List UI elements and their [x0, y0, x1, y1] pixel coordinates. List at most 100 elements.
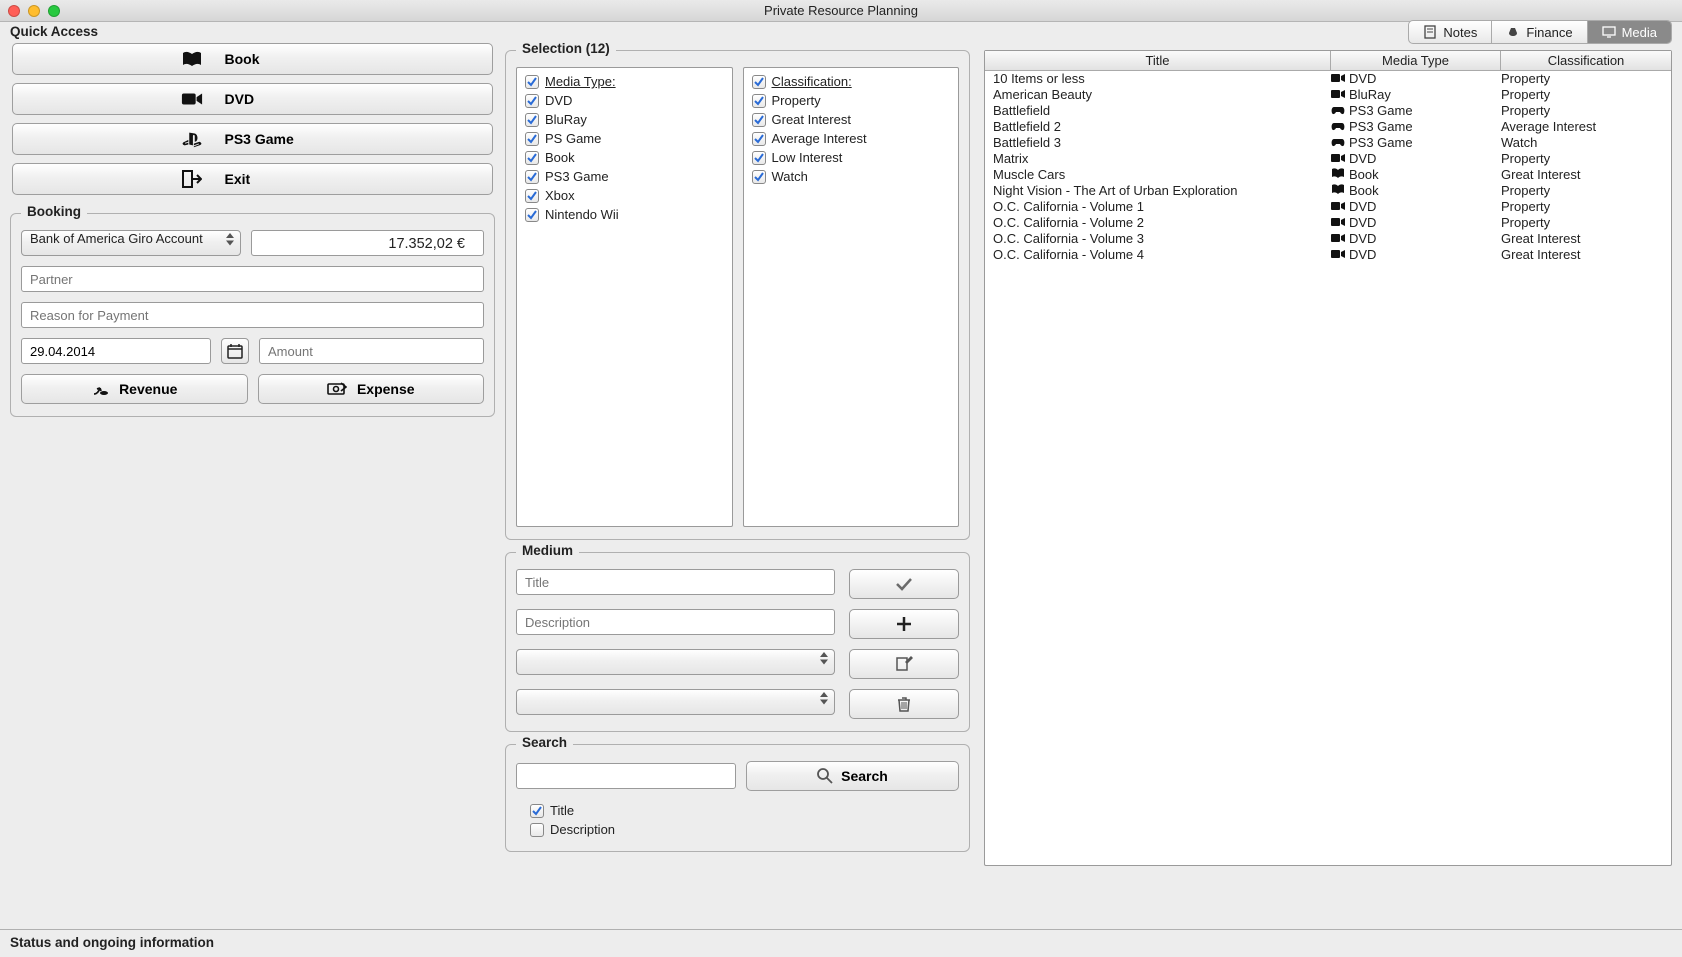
search-desc-label: Description	[550, 822, 615, 837]
revenue-button[interactable]: Revenue	[21, 374, 248, 404]
media-type-icon	[1331, 201, 1345, 211]
classification-item: Low Interest	[744, 148, 959, 167]
tab-notes[interactable]: Notes	[1409, 21, 1492, 43]
classification-label: Low Interest	[772, 150, 843, 165]
playstation-icon	[181, 130, 203, 148]
add-button[interactable]	[849, 609, 959, 639]
account-select[interactable]: Bank of America Giro Account	[21, 230, 241, 256]
cell-type: PS3 Game	[1327, 103, 1497, 119]
media-type-checkbox[interactable]	[525, 208, 539, 222]
search-button[interactable]: Search	[746, 761, 959, 791]
table-row[interactable]: O.C. California - Volume 4DVDGreat Inter…	[985, 247, 1671, 263]
maximize-window-icon[interactable]	[48, 5, 60, 17]
medium-select-1[interactable]	[516, 649, 835, 675]
classification-all-checkbox[interactable]	[752, 75, 766, 89]
edit-button[interactable]	[849, 649, 959, 679]
cell-type: DVD	[1327, 71, 1497, 87]
table-row[interactable]: American BeautyBluRayProperty	[985, 87, 1671, 103]
minimize-window-icon[interactable]	[28, 5, 40, 17]
col-classification[interactable]: Classification	[1501, 51, 1671, 71]
media-type-label: Book	[545, 150, 575, 165]
medium-desc-field[interactable]	[516, 609, 835, 635]
medium-legend: Medium	[516, 543, 579, 558]
date-field[interactable]	[21, 338, 211, 364]
table-row[interactable]: O.C. California - Volume 1DVDProperty	[985, 199, 1671, 215]
reason-field[interactable]	[21, 302, 484, 328]
search-icon	[817, 768, 833, 784]
tab-media[interactable]: Media	[1588, 21, 1671, 43]
exit-icon	[181, 170, 203, 188]
cell-type: Book	[1327, 183, 1497, 199]
media-type-checkbox[interactable]	[525, 113, 539, 127]
table-row[interactable]: Battlefield 2PS3 GameAverage Interest	[985, 119, 1671, 135]
window-title: Private Resource Planning	[0, 3, 1682, 18]
expense-label: Expense	[357, 381, 415, 397]
search-input[interactable]	[516, 763, 736, 789]
cell-title: American Beauty	[989, 87, 1327, 103]
classification-checkbox[interactable]	[752, 94, 766, 108]
col-media-type[interactable]: Media Type	[1331, 51, 1501, 71]
table-row[interactable]: Muscle CarsBookGreat Interest	[985, 167, 1671, 183]
media-type-checkbox[interactable]	[525, 151, 539, 165]
media-type-checkbox[interactable]	[525, 132, 539, 146]
dvd-button[interactable]: DVD	[12, 83, 493, 115]
media-type-icon	[1331, 105, 1345, 115]
amount-field[interactable]	[259, 338, 484, 364]
media-type-checkbox[interactable]	[525, 170, 539, 184]
ps3-button[interactable]: PS3 Game	[12, 123, 493, 155]
media-type-item: Book	[517, 148, 732, 167]
classification-checkbox[interactable]	[752, 151, 766, 165]
account-value: Bank of America Giro Account	[30, 231, 203, 246]
delete-button[interactable]	[849, 689, 959, 719]
table-row[interactable]: O.C. California - Volume 2DVDProperty	[985, 215, 1671, 231]
table-row[interactable]: 10 Items or lessDVDProperty	[985, 71, 1671, 87]
classification-checkbox[interactable]	[752, 132, 766, 146]
media-type-all-checkbox[interactable]	[525, 75, 539, 89]
classification-label: Average Interest	[772, 131, 867, 146]
cell-title: Muscle Cars	[989, 167, 1327, 183]
search-group: Search Search Title Descrip	[505, 744, 970, 852]
confirm-button[interactable]	[849, 569, 959, 599]
cell-title: O.C. California - Volume 4	[989, 247, 1327, 263]
table-row[interactable]: BattlefieldPS3 GameProperty	[985, 103, 1671, 119]
media-type-item: Xbox	[517, 186, 732, 205]
cell-classification: Property	[1497, 199, 1667, 215]
media-type-label: PS Game	[545, 131, 601, 146]
classification-checkbox[interactable]	[752, 113, 766, 127]
cell-type: BluRay	[1327, 87, 1497, 103]
media-table: Title Media Type Classification 10 Items…	[984, 50, 1672, 866]
search-title-checkbox[interactable]	[530, 804, 544, 818]
table-row[interactable]: Battlefield 3PS3 GameWatch	[985, 135, 1671, 151]
classification-label: Great Interest	[772, 112, 851, 127]
cell-classification: Property	[1497, 103, 1667, 119]
edit-note-icon	[895, 656, 913, 672]
media-type-icon	[1331, 249, 1345, 259]
media-type-checkbox[interactable]	[525, 189, 539, 203]
media-type-icon	[1331, 121, 1345, 131]
search-desc-checkbox[interactable]	[530, 823, 544, 837]
table-row[interactable]: MatrixDVDProperty	[985, 151, 1671, 167]
cell-classification: Property	[1497, 71, 1667, 87]
expense-button[interactable]: Expense	[258, 374, 485, 404]
calendar-button[interactable]	[221, 338, 249, 364]
tab-finance[interactable]: Finance	[1492, 21, 1587, 43]
cell-classification: Average Interest	[1497, 119, 1667, 135]
table-row[interactable]: O.C. California - Volume 3DVDGreat Inter…	[985, 231, 1671, 247]
close-window-icon[interactable]	[8, 5, 20, 17]
partner-field[interactable]	[21, 266, 484, 292]
classification-checkbox[interactable]	[752, 170, 766, 184]
col-title[interactable]: Title	[985, 51, 1331, 71]
cell-classification: Great Interest	[1497, 167, 1667, 183]
book-button[interactable]: Book	[12, 43, 493, 75]
medium-select-2[interactable]	[516, 689, 835, 715]
booking-group: Booking Bank of America Giro Account 17.…	[10, 213, 495, 417]
table-row[interactable]: Night Vision - The Art of Urban Explorat…	[985, 183, 1671, 199]
media-type-icon	[1331, 167, 1345, 179]
cell-type: DVD	[1327, 247, 1497, 263]
exit-button[interactable]: Exit	[12, 163, 493, 195]
media-type-icon	[1331, 153, 1345, 163]
media-type-label: BluRay	[545, 112, 587, 127]
media-type-checkbox[interactable]	[525, 94, 539, 108]
medium-title-field[interactable]	[516, 569, 835, 595]
booking-legend: Booking	[21, 204, 87, 219]
